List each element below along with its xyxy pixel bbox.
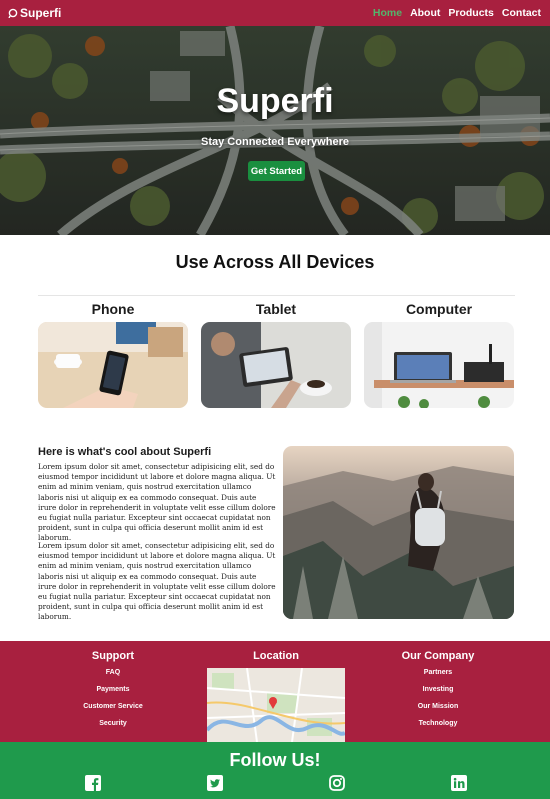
brand-name: Superfi (20, 6, 62, 20)
follow-us-bar: Follow Us! (0, 742, 550, 799)
footer-support-title: Support (91, 650, 135, 662)
nav-links: Home About Products Contact (373, 7, 541, 19)
phone-photo (38, 322, 188, 408)
feature-title: Here is what's cool about Superfi (38, 446, 212, 458)
footer: Support FAQ Payments Customer Service Se… (0, 641, 550, 742)
hiker-mountain-photo (283, 446, 514, 619)
footer-link-our-mission[interactable]: Our Mission (358, 703, 518, 710)
footer-link-faq[interactable]: FAQ (33, 669, 193, 676)
location-map[interactable] (207, 668, 345, 742)
device-label-computer: Computer (405, 301, 473, 317)
divider (38, 295, 515, 296)
nav-link-products[interactable]: Products (448, 7, 494, 19)
device-label-tablet: Tablet (255, 301, 297, 317)
feature-paragraph-1: Lorem ipsum dolor sit amet, consectetur … (38, 462, 276, 543)
feature-paragraph-2: Lorem ipsum dolor sit amet, consectetur … (38, 541, 276, 622)
nav-link-about[interactable]: About (410, 7, 440, 19)
footer-location-title: Location (253, 650, 299, 662)
highway-aerial-image (0, 26, 550, 235)
footer-company-title: Our Company (401, 650, 475, 662)
computer-photo (364, 322, 514, 408)
footer-link-customer-service[interactable]: Customer Service (33, 703, 193, 710)
navbar: Superfi Home About Products Contact (0, 0, 550, 26)
hero-title: Superfi (216, 82, 334, 120)
hero-banner: Superfi Stay Connected Everywhere Get St… (0, 26, 550, 235)
brand-logo[interactable]: Superfi (8, 6, 61, 20)
footer-link-investing[interactable]: Investing (358, 686, 518, 693)
twitter-icon[interactable] (207, 775, 223, 791)
footer-link-technology[interactable]: Technology (358, 720, 518, 727)
device-label-phone: Phone (91, 301, 135, 317)
wifi-icon (8, 8, 18, 18)
follow-us-title: Follow Us! (229, 750, 321, 770)
instagram-icon[interactable] (329, 775, 345, 791)
nav-link-home[interactable]: Home (373, 7, 402, 19)
facebook-icon[interactable] (85, 775, 101, 791)
devices-section-title: Use Across All Devices (175, 252, 375, 272)
footer-link-security[interactable]: Security (33, 720, 193, 727)
nav-link-contact[interactable]: Contact (502, 7, 541, 19)
footer-link-payments[interactable]: Payments (33, 686, 193, 693)
hero-subtitle: Stay Connected Everywhere (201, 136, 349, 148)
get-started-button[interactable]: Get Started (248, 161, 305, 181)
linkedin-icon[interactable] (451, 775, 467, 791)
footer-link-partners[interactable]: Partners (358, 669, 518, 676)
tablet-photo (201, 322, 351, 408)
